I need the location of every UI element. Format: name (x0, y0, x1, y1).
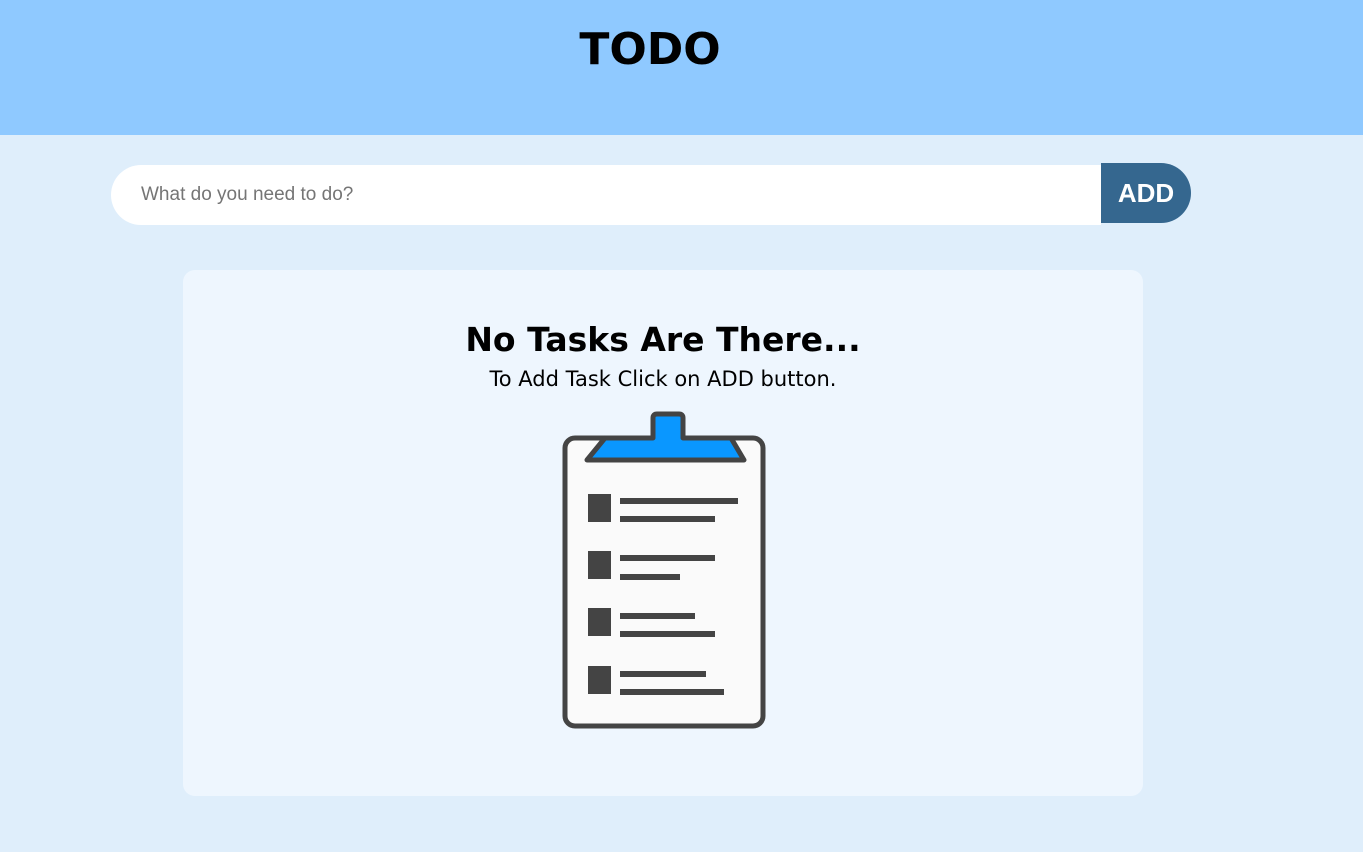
empty-state-card: No Tasks Are There... To Add Task Click … (183, 270, 1143, 796)
add-button[interactable]: ADD (1101, 163, 1191, 223)
app-header: TODO (0, 0, 1363, 135)
empty-state-subtext: To Add Task Click on ADD button. (489, 367, 837, 391)
clipboard-checklist-icon (562, 411, 766, 729)
empty-state-heading: No Tasks Are There... (465, 320, 861, 359)
task-input[interactable] (111, 165, 1101, 225)
app-title: TODO (579, 24, 721, 75)
add-task-form: ADD (111, 163, 1191, 225)
